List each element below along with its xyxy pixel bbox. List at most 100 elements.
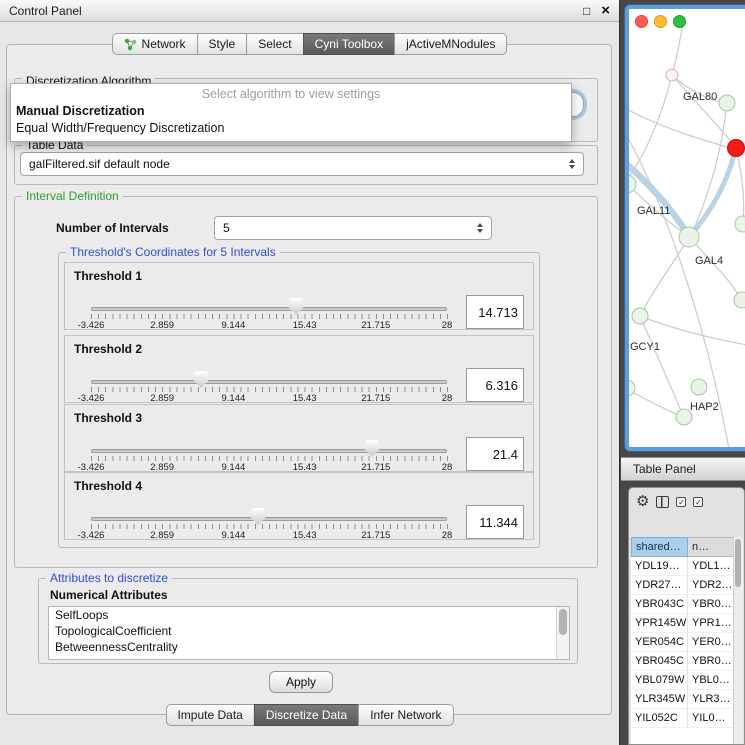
table-row[interactable]: YIL052C YIL0… bbox=[631, 709, 736, 728]
slider-track[interactable] bbox=[91, 307, 447, 311]
table-row[interactable]: YER054C YER0… bbox=[631, 633, 736, 652]
threshold-2-value-field[interactable]: 6.316 bbox=[466, 368, 524, 402]
table-row[interactable]: YBR043C YBR0… bbox=[631, 595, 736, 614]
table-row[interactable]: YLR345W YLR3… bbox=[631, 690, 736, 709]
threshold-4-value-field[interactable]: 11.344 bbox=[466, 505, 524, 539]
node[interactable] bbox=[666, 69, 678, 81]
slider-track[interactable] bbox=[91, 449, 447, 453]
number-of-intervals-combobox[interactable]: 5 bbox=[214, 216, 492, 240]
scale-label: 28 bbox=[442, 320, 453, 331]
cell[interactable]: YER0… bbox=[688, 633, 736, 651]
table-row[interactable]: YDR27… YDR2… bbox=[631, 576, 736, 595]
cell[interactable]: YDL19… bbox=[631, 557, 688, 575]
tab-discretize-data[interactable]: Discretize Data bbox=[254, 704, 359, 726]
list-item[interactable]: SelfLoops bbox=[49, 607, 569, 623]
tab-cyni-toolbox[interactable]: Cyni Toolbox bbox=[303, 33, 395, 55]
table-row[interactable]: YPR145W YPR1… bbox=[631, 614, 736, 633]
node-gal4[interactable] bbox=[679, 227, 699, 247]
algorithm-option-equal-width[interactable]: Equal Width/Frequency Discretization bbox=[11, 120, 571, 137]
list-item[interactable]: BetweennessCentrality bbox=[49, 639, 569, 655]
threshold-1-value-field[interactable]: 14.713 bbox=[466, 295, 524, 329]
cell[interactable]: YDR27… bbox=[631, 576, 688, 594]
tab-impute-data[interactable]: Impute Data bbox=[165, 704, 254, 726]
columns-icon[interactable] bbox=[656, 496, 669, 508]
tab-label: Discretize Data bbox=[266, 704, 347, 726]
cell[interactable]: YPR1… bbox=[688, 614, 736, 632]
threshold-3-value-field[interactable]: 21.4 bbox=[466, 437, 524, 471]
select-all-checkbox-icon[interactable]: ✓ bbox=[676, 497, 686, 507]
cell[interactable]: YDL1… bbox=[688, 557, 736, 575]
threshold-1-label: Threshold 1 bbox=[74, 269, 142, 283]
node-label-gal80: GAL80 bbox=[683, 91, 717, 103]
table-scrollbar[interactable] bbox=[733, 537, 743, 744]
column-header-shared-name[interactable]: shared… bbox=[631, 537, 688, 557]
node[interactable] bbox=[629, 175, 636, 193]
gear-icon[interactable]: ⚙ bbox=[636, 494, 649, 509]
tab-label: Infer Network bbox=[370, 704, 441, 726]
scrollbar-thumb[interactable] bbox=[559, 609, 567, 635]
algorithm-placeholder: Select algorithm to view settings bbox=[11, 86, 571, 103]
column-header-name[interactable]: n… bbox=[688, 537, 736, 557]
numerical-attributes-list: SelfLoops TopologicalCoefficient Between… bbox=[48, 606, 570, 660]
cell[interactable]: YLR345W bbox=[631, 690, 688, 708]
slider-track[interactable] bbox=[91, 380, 447, 384]
cell[interactable]: YBR043C bbox=[631, 595, 688, 613]
control-panel-titlebar: Control Panel □ × bbox=[0, 0, 619, 22]
cell[interactable]: YBR0… bbox=[688, 595, 736, 613]
network-nodes[interactable] bbox=[629, 69, 745, 425]
table-row[interactable]: YBL079W YBL0… bbox=[631, 671, 736, 690]
cell[interactable]: YIL052C bbox=[631, 709, 688, 727]
algorithm-option-manual[interactable]: Manual Discretization bbox=[11, 103, 571, 120]
cell[interactable]: YBL079W bbox=[631, 671, 688, 689]
scale-label: -3.426 bbox=[78, 393, 105, 404]
zoom-traffic-icon[interactable] bbox=[673, 15, 686, 28]
close-traffic-icon[interactable] bbox=[635, 15, 648, 28]
cell[interactable]: YIL0… bbox=[688, 709, 736, 727]
cell[interactable]: YBR0… bbox=[688, 652, 736, 670]
threshold-3-label: Threshold 3 bbox=[74, 411, 142, 425]
cell[interactable]: YLR3… bbox=[688, 690, 736, 708]
tab-infer-network[interactable]: Infer Network bbox=[358, 704, 453, 726]
minimize-traffic-icon[interactable] bbox=[654, 15, 667, 28]
cell[interactable]: YBR045C bbox=[631, 652, 688, 670]
tick-marks bbox=[91, 456, 448, 461]
cell[interactable]: YDR2… bbox=[688, 576, 736, 594]
table-row[interactable]: YBR045C YBR0… bbox=[631, 652, 736, 671]
list-scrollbar[interactable] bbox=[556, 607, 569, 659]
select-none-checkbox-icon[interactable]: ✓ bbox=[693, 497, 703, 507]
scale-label: 21.715 bbox=[361, 320, 390, 331]
slider-thumb[interactable] bbox=[365, 440, 379, 457]
node[interactable] bbox=[734, 292, 745, 308]
scrollbar-thumb[interactable] bbox=[735, 539, 741, 587]
float-window-icon[interactable]: □ bbox=[583, 5, 590, 17]
table-row[interactable]: YDL19… YDL1… bbox=[631, 557, 736, 576]
tab-jactivemnodules[interactable]: jActiveMNodules bbox=[394, 33, 507, 55]
apply-button[interactable]: Apply bbox=[269, 671, 333, 693]
number-of-intervals-label: Number of Intervals bbox=[56, 221, 169, 235]
tab-network[interactable]: Network bbox=[112, 33, 198, 55]
network-canvas[interactable]: GAL80 GAL11 GAL4 GCY1 HAP2 bbox=[629, 9, 745, 447]
slider-thumb[interactable] bbox=[194, 371, 208, 388]
node-hap2[interactable] bbox=[691, 379, 707, 395]
slider-track[interactable] bbox=[91, 517, 447, 521]
cell[interactable]: YER054C bbox=[631, 633, 688, 651]
selected-node[interactable] bbox=[728, 140, 745, 157]
node[interactable] bbox=[719, 95, 735, 111]
tab-style[interactable]: Style bbox=[197, 33, 248, 55]
slider-thumb[interactable] bbox=[251, 508, 265, 525]
scale-label: 9.144 bbox=[222, 530, 246, 541]
tab-label: Select bbox=[258, 33, 291, 55]
cell[interactable]: YBL0… bbox=[688, 671, 736, 689]
table-data-combobox[interactable]: galFiltered.sif default node bbox=[20, 152, 584, 176]
slider-thumb[interactable] bbox=[289, 298, 303, 315]
node[interactable] bbox=[735, 216, 745, 232]
scale-label: 2.859 bbox=[150, 320, 174, 331]
panel-title: Control Panel bbox=[9, 4, 572, 18]
node-gcy1[interactable] bbox=[632, 308, 648, 324]
close-icon[interactable]: × bbox=[601, 3, 610, 18]
list-item[interactable]: TopologicalCoefficient bbox=[49, 623, 569, 639]
control-panel: Control Panel □ × Network Style Select C… bbox=[0, 0, 620, 745]
cell[interactable]: YPR145W bbox=[631, 614, 688, 632]
tab-select[interactable]: Select bbox=[246, 33, 303, 55]
scale-label: 15.43 bbox=[293, 320, 317, 331]
